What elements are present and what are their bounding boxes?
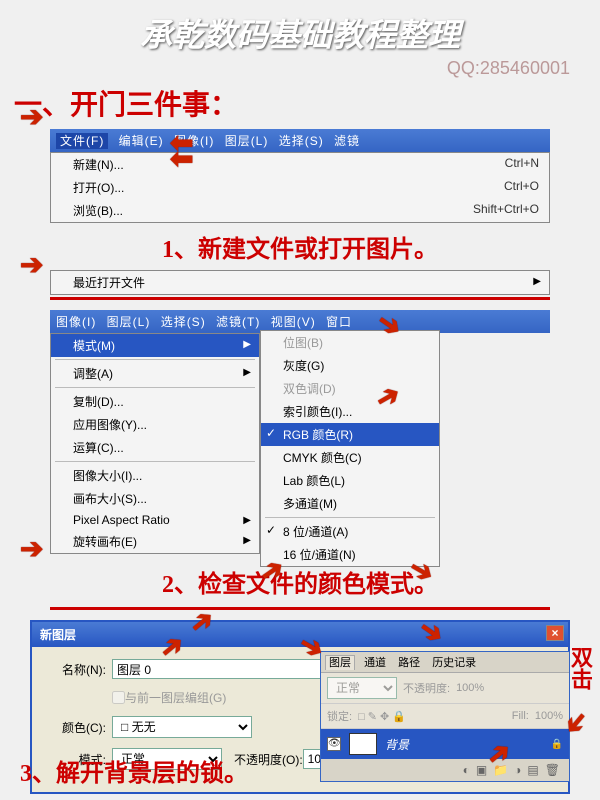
- menu-item-imgsize[interactable]: 图像大小(I)...: [51, 464, 259, 487]
- visibility-icon[interactable]: 👁: [327, 737, 341, 751]
- menu-file[interactable]: 文件(F): [56, 133, 108, 149]
- tab-channels[interactable]: 通道: [361, 656, 389, 670]
- menubar-1[interactable]: 文件(F) 编辑(E) 图像(I) 图层(L) 选择(S) 滤镜: [50, 129, 550, 152]
- color-select[interactable]: □ 无无: [112, 716, 252, 738]
- section-heading: 一、开门三件事：: [0, 79, 600, 129]
- menu-item-adjust[interactable]: 调整(A)▶: [51, 362, 259, 385]
- blend-select: 正常: [327, 677, 397, 699]
- tab-layers[interactable]: 图层: [325, 655, 355, 670]
- layers-panel[interactable]: 图层 通道 路径 历史记录 正常不透明度:100% 锁定:□ ✎ ✥ 🔒Fill…: [320, 651, 570, 782]
- close-icon[interactable]: ×: [546, 625, 564, 641]
- menu-item-new[interactable]: 新建(N)...Ctrl+N: [51, 153, 549, 176]
- tab-history[interactable]: 历史记录: [429, 656, 479, 670]
- menu-layer[interactable]: 图层(L): [225, 134, 269, 148]
- mode-lab[interactable]: Lab 颜色(L): [261, 469, 439, 492]
- menu-image-2[interactable]: 图像(I): [56, 315, 96, 329]
- menu-select-2[interactable]: 选择(S): [161, 315, 206, 329]
- mode-8bit[interactable]: ✓8 位/通道(A): [261, 520, 439, 543]
- mode-submenu: 位图(B) 灰度(G) 双色调(D) 索引颜色(I)... ✓RGB 颜色(R)…: [260, 330, 440, 567]
- panel-tabs[interactable]: 图层 通道 路径 历史记录: [321, 652, 569, 673]
- step-1: 1、新建文件或打开图片。: [0, 223, 600, 270]
- image-dropdown: 模式(M)▶ 调整(A)▶ 复制(D)... 应用图像(Y)... 运算(C).…: [50, 333, 260, 554]
- mode-indexed[interactable]: 索引颜色(I)...: [261, 400, 439, 423]
- menu-item-rotate[interactable]: 旋转画布(E)▶: [51, 530, 259, 553]
- menu-item-mode[interactable]: 模式(M)▶: [51, 334, 259, 357]
- tutorial-title: 承乾数码基础教程整理: [0, 0, 600, 58]
- menu-view-2[interactable]: 视图(V): [271, 315, 316, 329]
- mode-16bit[interactable]: 16 位/通道(N): [261, 543, 439, 566]
- mode-bitmap: 位图(B): [261, 331, 439, 354]
- qq-contact: QQ:285460001: [0, 58, 600, 79]
- lock-icon: 🔒: [551, 739, 563, 750]
- dialog-titlebar[interactable]: 新图层×: [32, 622, 568, 647]
- divider: [50, 297, 550, 300]
- mode-rgb[interactable]: ✓RGB 颜色(R): [261, 423, 439, 446]
- menu-filter-2[interactable]: 滤镜(T): [216, 315, 260, 329]
- menu-window-2[interactable]: 窗口: [326, 315, 352, 329]
- menu-item-duplicate[interactable]: 复制(D)...: [51, 390, 259, 413]
- menu-select[interactable]: 选择(S): [279, 134, 324, 148]
- mode-duotone: 双色调(D): [261, 377, 439, 400]
- mode-grayscale[interactable]: 灰度(G): [261, 354, 439, 377]
- menu-item-recent[interactable]: 最近打开文件▶: [51, 271, 549, 294]
- divider-2: [50, 607, 550, 610]
- menu-item-canvsize[interactable]: 画布大小(S)...: [51, 487, 259, 510]
- step-3: 3、解开背景层的锁。: [20, 753, 248, 788]
- menu-edit[interactable]: 编辑(E): [119, 134, 164, 148]
- file-dropdown: 新建(N)...Ctrl+N 打开(O)...Ctrl+O 浏览(B)...Sh…: [50, 152, 550, 223]
- layer-thumb[interactable]: [349, 733, 377, 755]
- menu-item-par[interactable]: Pixel Aspect Ratio▶: [51, 510, 259, 530]
- menu-item-apply[interactable]: 应用图像(Y)...: [51, 413, 259, 436]
- menu-image[interactable]: 图像(I): [174, 134, 214, 148]
- layer-background[interactable]: 👁 背景 🔒: [321, 729, 569, 759]
- layer-name: 背景: [385, 736, 409, 753]
- mode-cmyk[interactable]: CMYK 颜色(C): [261, 446, 439, 469]
- color-label: 颜色(C):: [46, 719, 106, 736]
- mode-multichannel[interactable]: 多通道(M): [261, 492, 439, 515]
- menu-filter[interactable]: 滤镜: [334, 134, 360, 148]
- menu-item-browse[interactable]: 浏览(B)...Shift+Ctrl+O: [51, 199, 549, 222]
- menu-layer-2[interactable]: 图层(L): [107, 315, 151, 329]
- panel-footer[interactable]: ◐▣📁◑▤🗑: [321, 759, 569, 781]
- group-checkbox: [112, 691, 125, 704]
- group-label: 与前一图层编组(G): [125, 689, 226, 706]
- layer-name-input[interactable]: [112, 659, 332, 679]
- menu-item-open[interactable]: 打开(O)...Ctrl+O: [51, 176, 549, 199]
- menu-item-calc[interactable]: 运算(C)...: [51, 436, 259, 459]
- tab-paths[interactable]: 路径: [395, 656, 423, 670]
- dblclick-annotation: 双击: [564, 646, 596, 690]
- name-label: 名称(N):: [46, 661, 106, 678]
